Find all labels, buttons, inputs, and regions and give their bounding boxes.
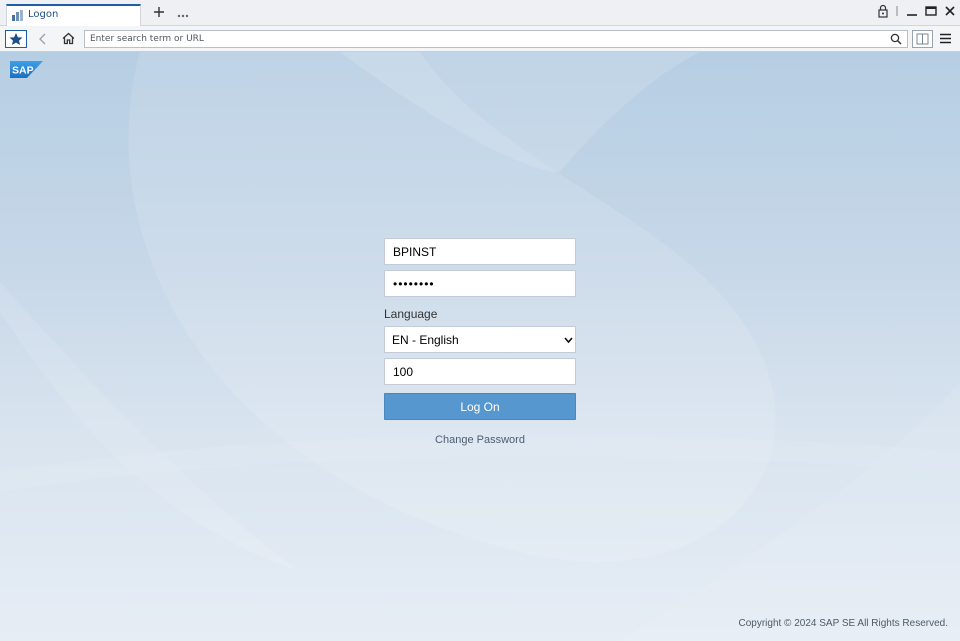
tab-title: Logon bbox=[28, 9, 59, 20]
logon-button[interactable]: Log On bbox=[384, 393, 576, 420]
more-dots-icon bbox=[177, 14, 189, 18]
address-bar[interactable] bbox=[84, 30, 908, 48]
copyright-text: Copyright © 2024 SAP SE All Rights Reser… bbox=[738, 618, 948, 629]
sidebar-panel-button[interactable] bbox=[912, 30, 933, 48]
back-arrow-icon[interactable] bbox=[36, 32, 50, 46]
svg-text:SAP: SAP bbox=[12, 65, 34, 77]
tab-logon[interactable]: Logon bbox=[6, 4, 141, 26]
plus-icon bbox=[154, 7, 164, 17]
username-input[interactable] bbox=[384, 238, 576, 265]
language-label: Language bbox=[384, 307, 438, 321]
language-select[interactable]: EN - English bbox=[384, 326, 576, 353]
tab-bar: Logon bbox=[0, 0, 960, 26]
client-input[interactable] bbox=[384, 358, 576, 385]
close-icon[interactable] bbox=[943, 4, 957, 18]
logon-page: SAP Language EN - English Log On Change … bbox=[0, 52, 960, 641]
tab-overflow-button[interactable] bbox=[176, 6, 190, 20]
lock-icon[interactable] bbox=[876, 4, 890, 18]
url-input[interactable] bbox=[90, 31, 880, 47]
hamburger-menu-icon[interactable] bbox=[939, 32, 952, 45]
search-icon[interactable] bbox=[890, 33, 902, 45]
new-tab-button[interactable] bbox=[152, 3, 166, 21]
password-input[interactable] bbox=[384, 270, 576, 297]
favorites-button[interactable] bbox=[5, 30, 27, 48]
sap-logo: SAP bbox=[10, 61, 43, 78]
tab-favicon-icon bbox=[12, 10, 23, 21]
star-icon bbox=[9, 33, 23, 45]
navigation-bar bbox=[0, 26, 960, 52]
minimize-icon[interactable] bbox=[905, 4, 919, 18]
sidebar-panel-icon bbox=[916, 33, 929, 45]
change-password-link[interactable]: Change Password bbox=[384, 434, 576, 446]
maximize-icon[interactable] bbox=[924, 4, 938, 18]
home-icon[interactable] bbox=[61, 31, 76, 46]
